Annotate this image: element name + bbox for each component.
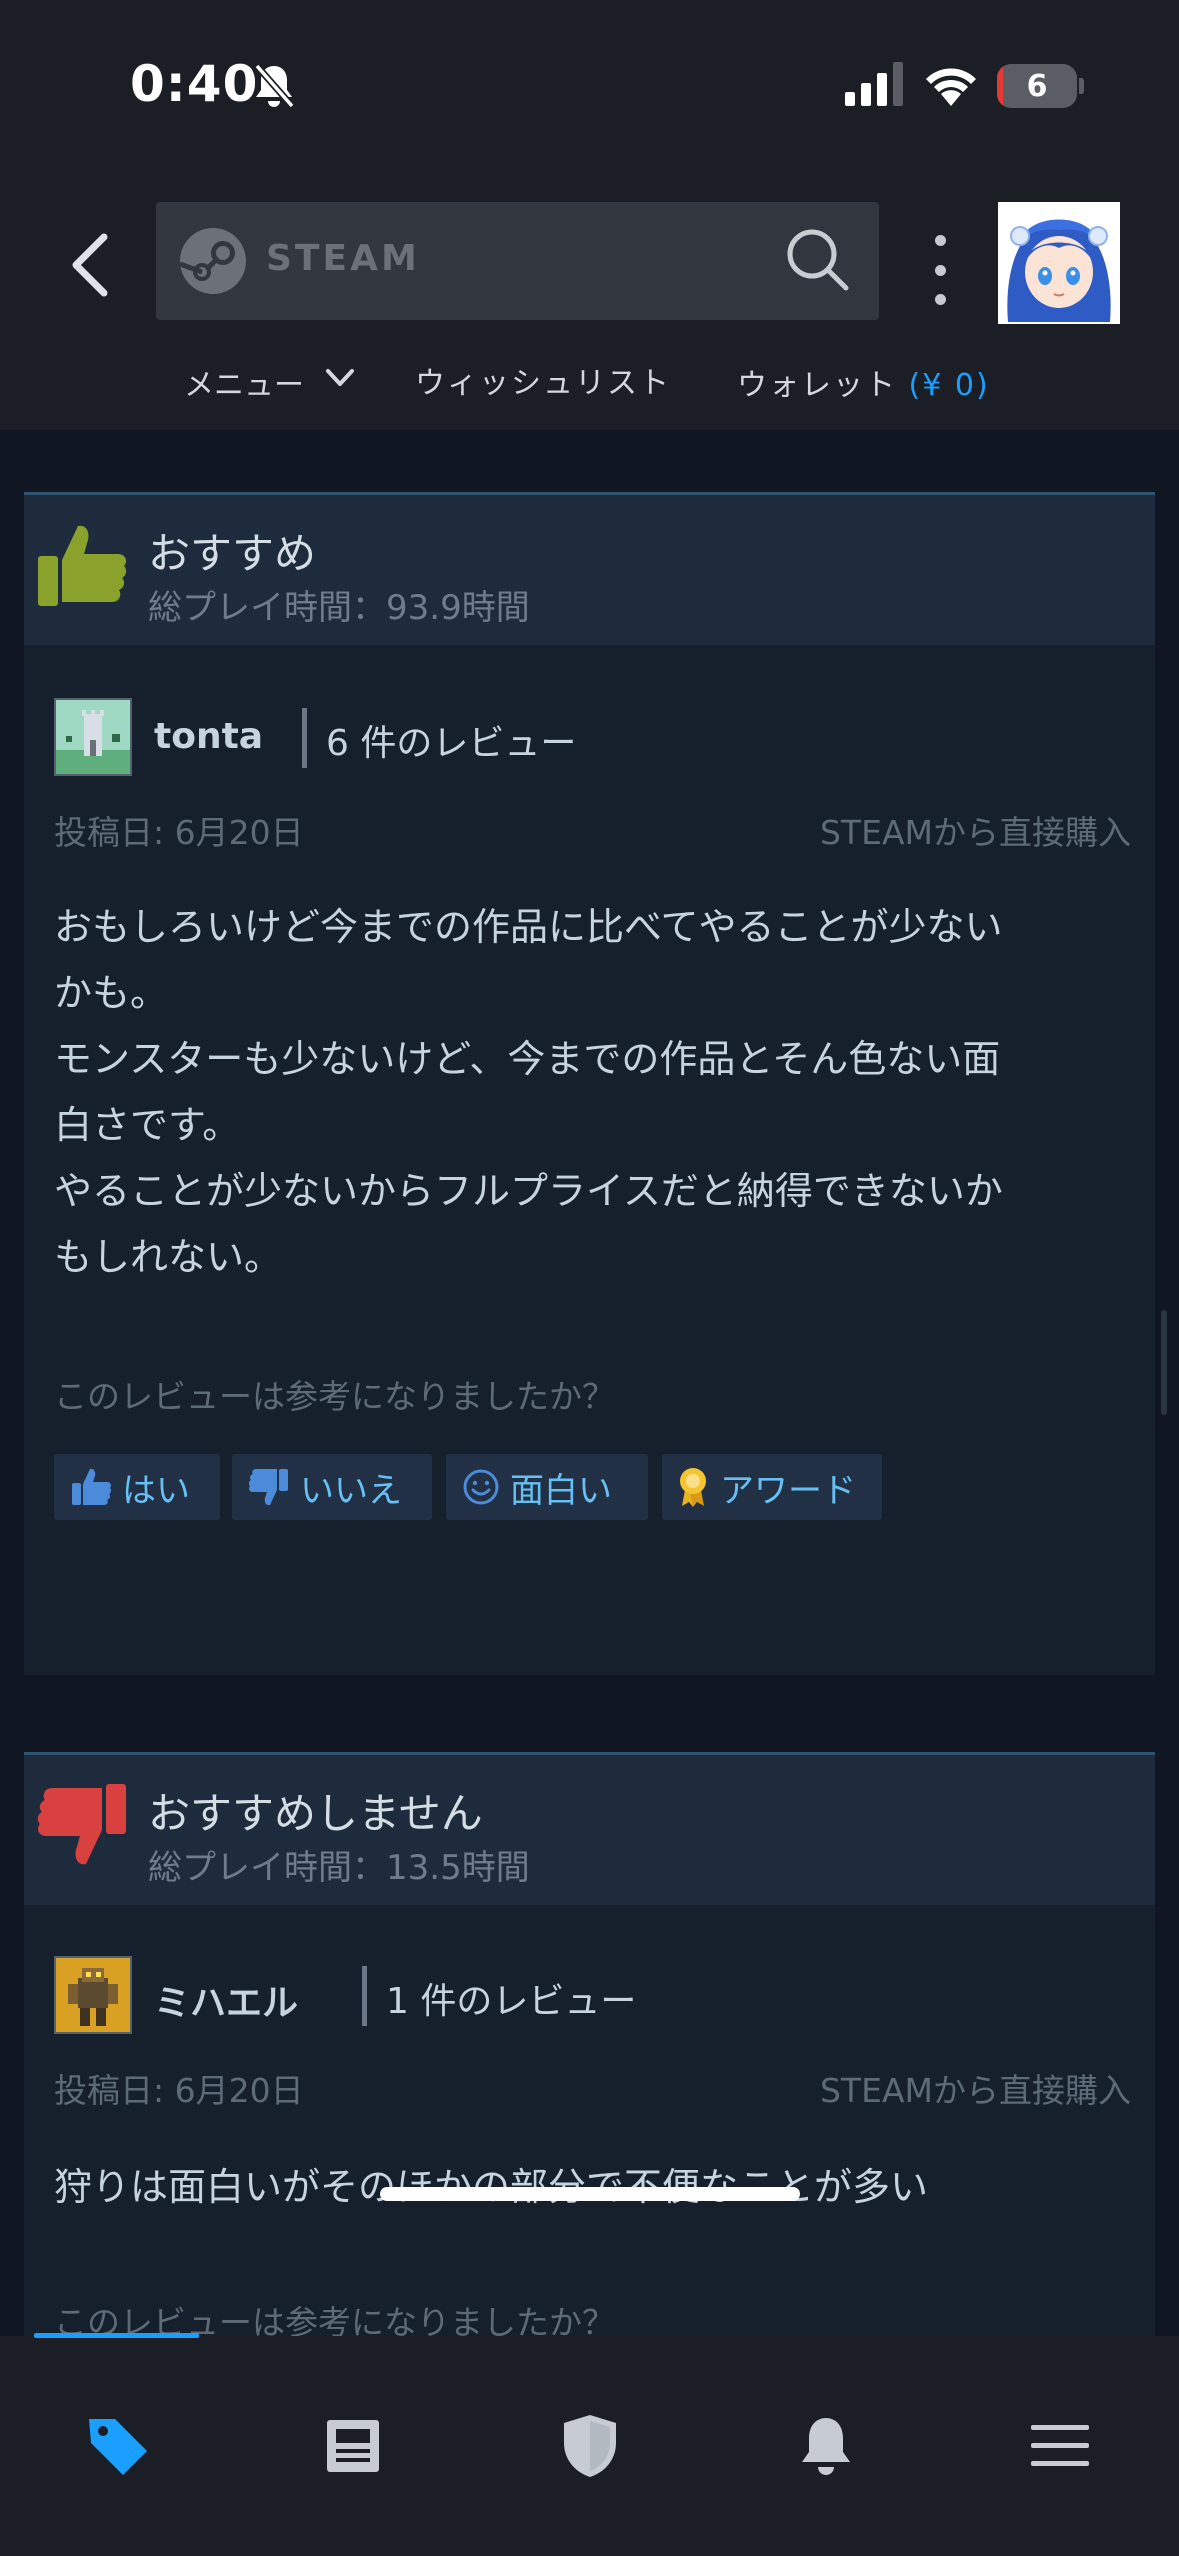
thumbs-down-icon bbox=[37, 1784, 126, 1865]
steam-wordmark: STEAM bbox=[266, 238, 420, 279]
guard-shield-icon bbox=[564, 2415, 616, 2477]
search-bar[interactable]: STEAM bbox=[156, 202, 879, 320]
vote-funny-label: 面白い bbox=[510, 1470, 612, 1511]
notifications-bell-icon bbox=[802, 2418, 850, 2475]
status-time: 0:40 bbox=[130, 55, 259, 113]
review-card: おすすめ 総プレイ時間：93.9時間 tonta 6 件のレビュー 投稿日: 6… bbox=[24, 492, 1155, 1675]
cellular-signal-icon bbox=[845, 62, 903, 106]
battery-indicator: 6 bbox=[997, 64, 1077, 108]
bottom-tab-bar bbox=[0, 2336, 1179, 2556]
review-body: おもしろいけど今までの作品に比べてやることが少ない かも。 モンスターも少ないけ… bbox=[54, 894, 1134, 1290]
award-button[interactable]: アワード bbox=[662, 1454, 882, 1520]
store-tag-icon bbox=[89, 2419, 147, 2475]
author-name[interactable]: tonta bbox=[154, 716, 263, 757]
review-count[interactable]: 6 件のレビュー bbox=[326, 714, 576, 766]
steam-header: STEAM メニュー ウィッシュリスト ウォレット (¥ 0) bbox=[0, 180, 1179, 430]
battery-level: 6 bbox=[1026, 68, 1048, 104]
smiley-icon bbox=[463, 1469, 499, 1505]
purchase-source: STEAMから直接購入 bbox=[819, 813, 1131, 852]
review-line: モンスターも少ないけど、今までの作品とそん色ない面 bbox=[54, 1037, 1001, 1081]
tab-news[interactable] bbox=[313, 2406, 393, 2486]
tab-menu[interactable] bbox=[1020, 2406, 1100, 2486]
recommendation-label: おすすめ bbox=[148, 529, 317, 578]
vote-yes-button[interactable]: はい bbox=[54, 1454, 220, 1520]
user-avatar[interactable] bbox=[998, 202, 1120, 324]
tab-guard[interactable] bbox=[550, 2406, 630, 2486]
wallet-label: ウォレット bbox=[737, 368, 897, 403]
wifi-icon bbox=[926, 68, 976, 106]
author-avatar[interactable] bbox=[54, 698, 132, 776]
home-indicator[interactable] bbox=[380, 2187, 800, 2201]
monster-avatar-image bbox=[56, 1958, 130, 2032]
recommendation-label: おすすめしません bbox=[148, 1789, 483, 1838]
review-line: かも。 bbox=[54, 971, 169, 1015]
wishlist-link[interactable]: ウィッシュリスト bbox=[415, 358, 671, 402]
review-card: おすすめしません 総プレイ時間：13.5時間 ミハエル 1 件のレビュー 投稿日… bbox=[24, 1752, 1155, 2342]
helpful-question: このレビューは参考になりましたか？ bbox=[54, 1377, 615, 1416]
playtime-total: 総プレイ時間：13.5時間 bbox=[148, 1848, 530, 1888]
anime-avatar-image bbox=[998, 202, 1120, 324]
bell-muted-icon bbox=[254, 63, 295, 109]
castle-avatar-image bbox=[56, 700, 130, 774]
vote-funny-button[interactable]: 面白い bbox=[446, 1454, 648, 1520]
search-icon[interactable] bbox=[784, 226, 850, 292]
divider bbox=[302, 708, 307, 768]
thumbs-down-icon bbox=[248, 1469, 288, 1506]
news-icon bbox=[327, 2420, 379, 2472]
chevron-down-icon[interactable] bbox=[325, 368, 355, 388]
scrollbar[interactable] bbox=[1161, 1310, 1167, 1415]
purchase-source: STEAMから直接購入 bbox=[819, 2071, 1131, 2110]
review-header[interactable]: おすすめ 総プレイ時間：93.9時間 bbox=[24, 492, 1155, 645]
wallet-balance: (¥ 0) bbox=[908, 368, 990, 403]
posted-date: 投稿日: 6月20日 bbox=[54, 2071, 304, 2110]
tab-notifications[interactable] bbox=[786, 2406, 866, 2486]
menu-dropdown[interactable]: メニュー bbox=[184, 360, 304, 404]
vote-no-label: いいえ bbox=[300, 1470, 402, 1511]
author-name[interactable]: ミハエル bbox=[154, 1974, 298, 2026]
divider bbox=[362, 1966, 367, 2026]
steam-logo-icon bbox=[179, 228, 246, 294]
wallet-link[interactable]: ウォレット (¥ 0) bbox=[737, 360, 990, 404]
posted-date: 投稿日: 6月20日 bbox=[54, 813, 304, 852]
status-bar: 0:40 6 bbox=[0, 0, 1179, 180]
thumbs-up-icon bbox=[72, 1468, 112, 1505]
review-line: 白さです。 bbox=[54, 1103, 241, 1147]
vote-no-button[interactable]: いいえ bbox=[232, 1454, 432, 1520]
review-line: もしれない。 bbox=[54, 1235, 283, 1279]
review-header[interactable]: おすすめしません 総プレイ時間：13.5時間 bbox=[24, 1752, 1155, 1905]
playtime-total: 総プレイ時間：93.9時間 bbox=[148, 588, 530, 628]
tab-store[interactable] bbox=[78, 2406, 158, 2486]
thumbs-up-icon bbox=[38, 525, 127, 606]
author-avatar[interactable] bbox=[54, 1956, 132, 2034]
review-count[interactable]: 1 件のレビュー bbox=[386, 1972, 636, 2024]
vote-yes-label: はい bbox=[122, 1470, 190, 1511]
page-load-indicator bbox=[34, 2333, 199, 2338]
more-options-icon[interactable] bbox=[920, 235, 960, 305]
review-line: おもしろいけど今までの作品に比べてやることが少ない bbox=[54, 905, 1003, 949]
chevron-left-icon bbox=[72, 233, 108, 297]
award-ribbon-icon bbox=[680, 1468, 706, 1507]
award-label: アワード bbox=[720, 1470, 856, 1511]
review-line: やることが少ないからフルプライスだと納得できないか bbox=[54, 1169, 1003, 1213]
hamburger-menu-icon bbox=[1031, 2425, 1089, 2466]
back-button[interactable] bbox=[60, 225, 120, 305]
store-nav: メニュー ウィッシュリスト ウォレット (¥ 0) bbox=[0, 350, 1179, 410]
